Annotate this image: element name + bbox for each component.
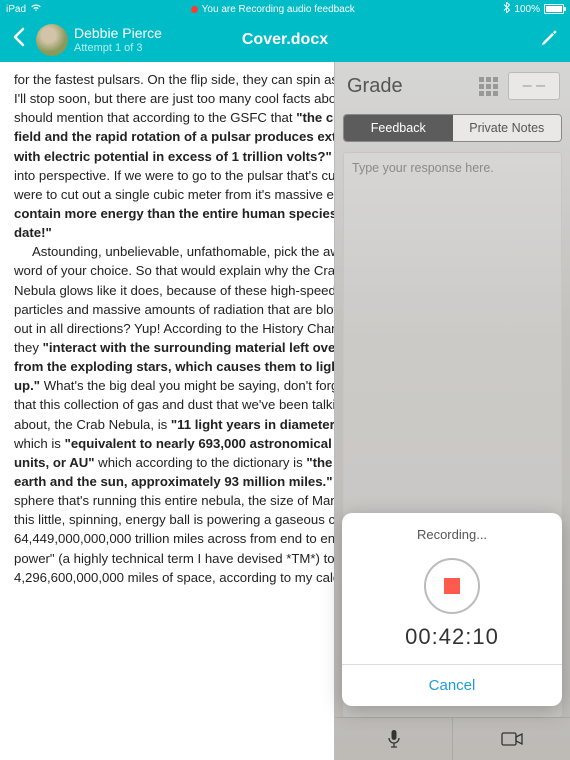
doc-text: Astounding, unbelievable, unfathomable, …: [14, 244, 361, 355]
grade-title: Grade: [347, 75, 403, 98]
rubric-grid-icon[interactable]: [479, 77, 498, 96]
wifi-icon: [30, 3, 42, 15]
tab-feedback[interactable]: Feedback: [344, 115, 453, 141]
doc-text: which according to the dictionary is: [95, 455, 307, 470]
battery-pct: 100%: [514, 4, 540, 15]
stop-recording-button[interactable]: [424, 558, 480, 614]
video-button[interactable]: [452, 718, 570, 760]
device-label: iPad: [6, 4, 26, 15]
recording-label: Recording...: [342, 527, 562, 542]
doc-bold: "11 light years in diameter": [171, 417, 341, 432]
status-bar: iPad You are Recording audio feedback 10…: [0, 0, 570, 18]
bluetooth-icon: [503, 2, 510, 16]
recording-time: 00:42:10: [342, 624, 562, 650]
edit-button[interactable]: [540, 29, 558, 52]
grade-score-box[interactable]: – –: [508, 72, 560, 100]
cancel-recording-button[interactable]: Cancel: [342, 665, 562, 706]
microphone-button[interactable]: [335, 718, 452, 760]
feedback-tabs: Feedback Private Notes: [343, 114, 562, 142]
microphone-icon: [386, 729, 402, 749]
user-block[interactable]: Debbie Pierce Attempt 1 of 3: [74, 26, 162, 53]
stop-icon: [444, 578, 460, 594]
nav-bar: Debbie Pierce Attempt 1 of 3 Cover.docx: [0, 18, 570, 62]
user-name: Debbie Pierce: [74, 26, 162, 41]
tab-private-notes[interactable]: Private Notes: [453, 115, 562, 141]
doc-text: which is: [14, 436, 65, 451]
recording-popover: Recording... 00:42:10 Cancel: [342, 513, 562, 706]
attempt-label: Attempt 1 of 3: [74, 42, 162, 54]
back-button[interactable]: [8, 27, 30, 53]
recording-banner: You are Recording audio feedback: [202, 4, 355, 15]
grade-panel: Grade – – Feedback Private Notes Type yo…: [334, 62, 570, 760]
doc-title: Cover.docx: [242, 31, 328, 49]
video-icon: [501, 732, 523, 746]
recording-dot-icon: [191, 6, 198, 13]
media-buttons: [335, 717, 570, 760]
response-placeholder: Type your response here.: [352, 161, 494, 175]
avatar[interactable]: [36, 24, 68, 56]
battery-icon: [544, 4, 564, 14]
